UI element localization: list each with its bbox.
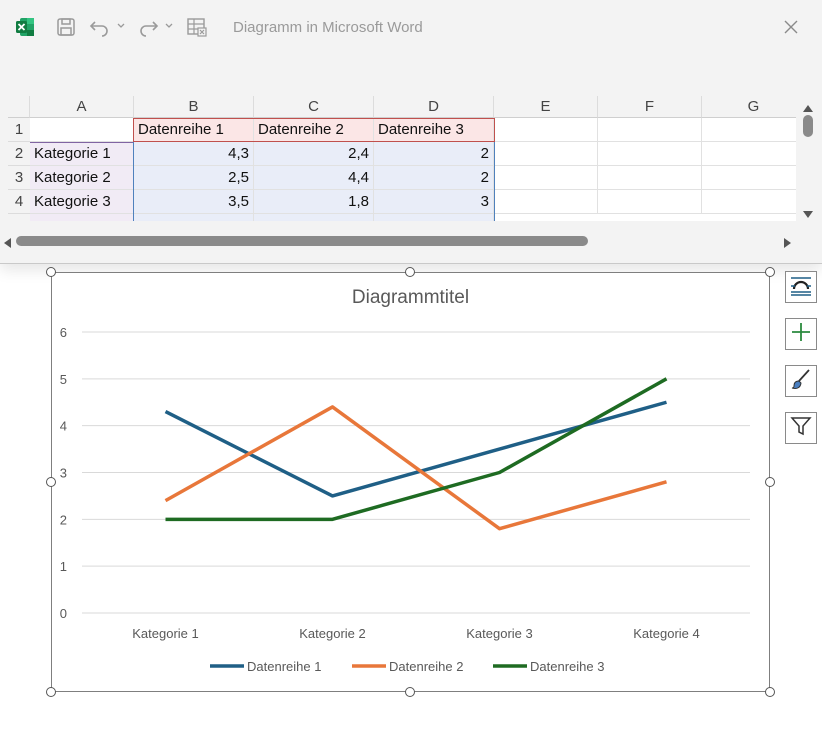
- resize-handle-top[interactable]: [405, 267, 415, 277]
- resize-handle-right[interactable]: [765, 477, 775, 487]
- y-tick-label: 4: [60, 419, 67, 434]
- legend-entry-1[interactable]: Datenreihe 1: [210, 659, 321, 674]
- y-axis-tick-labels: 0 1 2 3 4 5 6: [60, 325, 67, 621]
- resize-handle-top-right[interactable]: [765, 267, 775, 277]
- filter-icon: [790, 415, 812, 442]
- plus-icon: [790, 321, 812, 348]
- x-tick-label: Kategorie 1: [132, 626, 199, 641]
- legend[interactable]: Datenreihe 1 Datenreihe 2 Datenreihe 3: [210, 659, 604, 674]
- x-axis-tick-labels: Kategorie 1 Kategorie 2 Kategorie 3 Kategor…: [132, 626, 700, 641]
- chart-title[interactable]: Diagrammtitel: [51, 287, 770, 309]
- legend-label: Datenreihe 2: [389, 659, 463, 674]
- series-lines[interactable]: [164, 377, 668, 531]
- resize-handle-top-left[interactable]: [46, 267, 56, 277]
- y-tick-label: 0: [60, 606, 67, 621]
- resize-handle-bottom-right[interactable]: [765, 687, 775, 697]
- brush-icon: [790, 368, 812, 395]
- y-tick-label: 5: [60, 372, 67, 387]
- x-tick-label: Kategorie 4: [633, 626, 700, 641]
- x-tick-label: Kategorie 3: [466, 626, 533, 641]
- legend-label: Datenreihe 3: [530, 659, 604, 674]
- y-tick-label: 1: [60, 559, 67, 574]
- line-chart: 0123456 Kategorie 1 Kategorie 2 Kategorie …: [60, 325, 750, 674]
- resize-handle-left[interactable]: [46, 477, 56, 487]
- resize-handle-bottom[interactable]: [405, 687, 415, 697]
- chart-filters-button[interactable]: [785, 412, 817, 444]
- legend-label: Datenreihe 1: [247, 659, 321, 674]
- chart-styles-button[interactable]: [785, 365, 817, 397]
- layout-options-icon: [789, 274, 813, 301]
- x-tick-label: Kategorie 2: [299, 626, 366, 641]
- chart-elements-button[interactable]: [785, 318, 817, 350]
- series-line-1[interactable]: [164, 400, 667, 498]
- legend-entry-3[interactable]: Datenreihe 3: [493, 659, 604, 674]
- y-tick-label: 2: [60, 512, 67, 527]
- y-tick-label: 6: [60, 325, 67, 340]
- legend-entry-2[interactable]: Datenreihe 2: [352, 659, 463, 674]
- resize-handle-bottom-left[interactable]: [46, 687, 56, 697]
- layout-options-button[interactable]: [785, 271, 817, 303]
- y-tick-label: 3: [60, 466, 67, 481]
